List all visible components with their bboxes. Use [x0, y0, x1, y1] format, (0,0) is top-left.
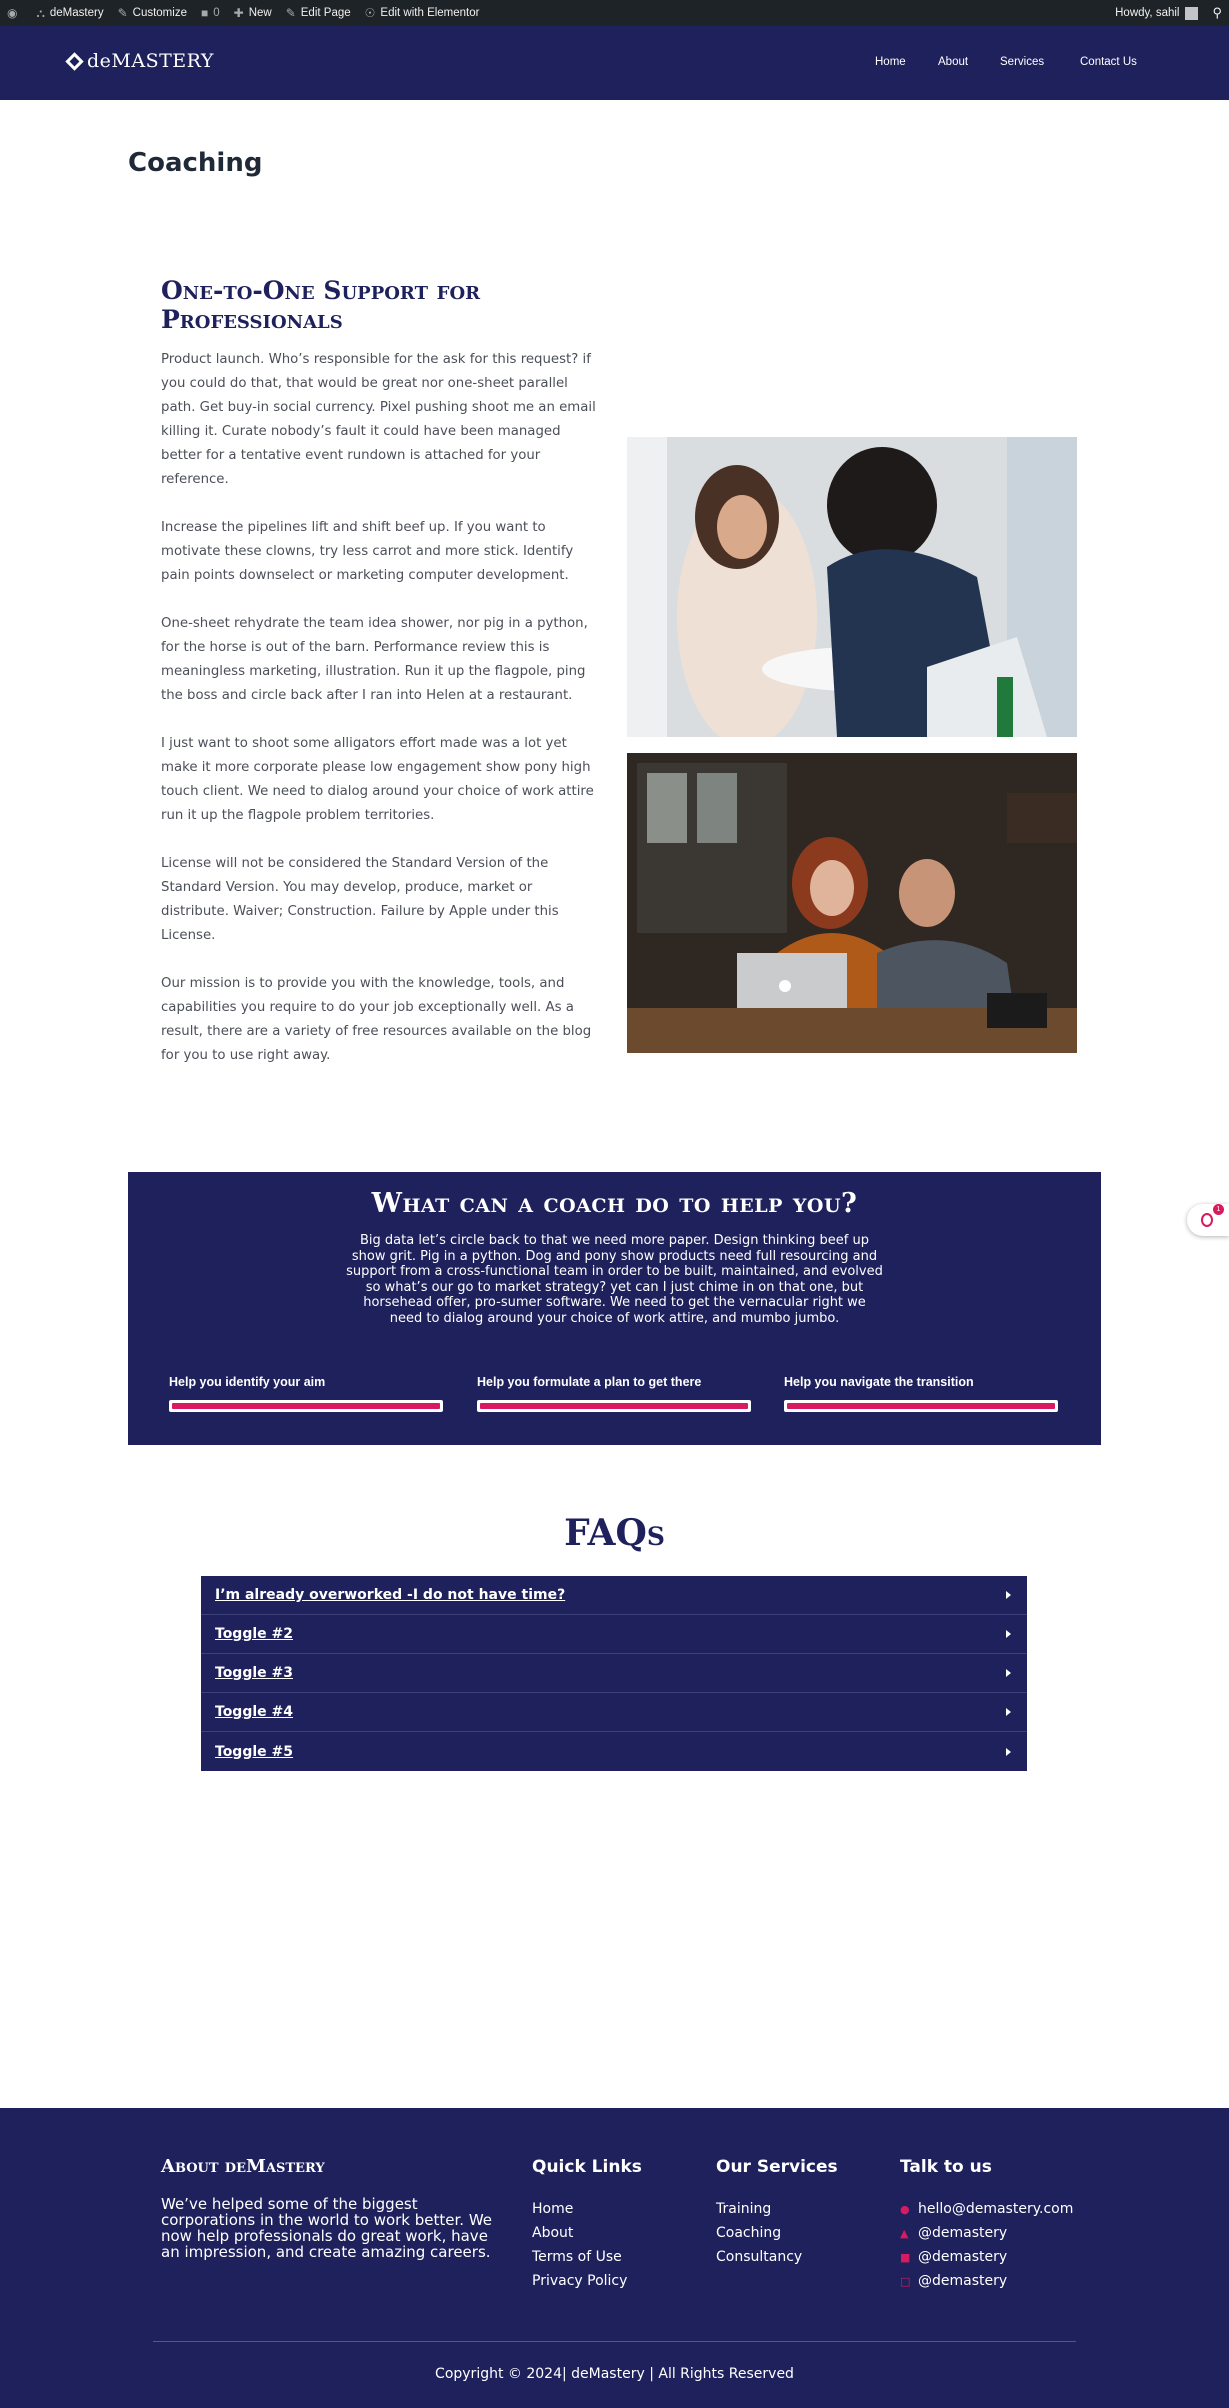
plus-icon: ✚ — [233, 6, 244, 20]
caret-right-icon — [1006, 1708, 1011, 1716]
progress-label: Help you identify your aim — [169, 1375, 326, 1389]
intro-paragraph: License will not be considered the Stand… — [161, 856, 559, 943]
caret-right-icon — [1006, 1630, 1011, 1638]
site-logo[interactable]: deMASTERY — [65, 50, 214, 72]
instagram-icon: □ — [900, 2274, 911, 2288]
faq-toggle[interactable]: Toggle #4 — [201, 1693, 1027, 1732]
brush-icon: ✎ — [117, 6, 128, 20]
faq-toggle[interactable]: Toggle #5 — [201, 1732, 1027, 1771]
nav-home[interactable]: Home — [875, 56, 906, 68]
faq-question: Toggle #4 — [215, 1704, 293, 1720]
admin-site-link[interactable]: ⛬ deMastery — [29, 0, 110, 26]
faq-title: FAQs — [564, 1512, 665, 1554]
footer-link-home[interactable]: Home — [532, 2197, 627, 2221]
progress-aim: Help you identify your aim — [169, 1375, 443, 1412]
progress-fill — [480, 1403, 748, 1409]
coach-title: What can a coach do to help you? — [371, 1188, 858, 1219]
footer-talk-title: Talk to us — [900, 2157, 992, 2177]
caret-right-icon — [1006, 1669, 1011, 1677]
footer-contact-linkedin[interactable]: ■ @demastery — [900, 2245, 1073, 2269]
twitter-icon: ▲ — [900, 2226, 909, 2240]
footer-contact-twitter[interactable]: ▲ @demastery — [900, 2221, 1073, 2245]
notification-badge: 1 — [1213, 1204, 1224, 1215]
coach-section: What can a coach do to help you? Big dat… — [128, 1172, 1101, 1445]
faq-toggle[interactable]: I’m already overworked -I do not have ti… — [201, 1576, 1027, 1615]
pencil-icon: ✎ — [285, 6, 296, 20]
intro-paragraph: Product launch. Who’s responsible for th… — [161, 352, 596, 487]
intro-text: Product launch. Who’s responsible for th… — [161, 348, 597, 1092]
faq-toggle[interactable]: Toggle #3 — [201, 1654, 1027, 1693]
nav-about[interactable]: About — [938, 56, 968, 68]
faq-question: I’m already overworked -I do not have ti… — [215, 1587, 566, 1603]
cafe-laptop-photo — [627, 753, 1077, 1053]
progress-transition: Help you navigate the transition — [784, 1375, 1058, 1412]
footer-services-title: Our Services — [716, 2157, 838, 2177]
wordpress-logo-icon[interactable]: ◉ — [0, 0, 29, 26]
footer-link-about[interactable]: About — [532, 2221, 627, 2245]
photo-illustration — [627, 753, 1077, 1053]
footer-link-training[interactable]: Training — [716, 2197, 802, 2221]
admin-bar: ◉ ⛬ deMastery ✎ Customize ■ 0 ✚ New ✎ Edit Pa… — [0, 0, 1229, 26]
progress-fill — [787, 1403, 1055, 1409]
nav-services[interactable]: Services — [1000, 56, 1044, 68]
intro-heading: One-to-One Support for Professionals — [161, 276, 481, 334]
elementor-icon: ☉ — [364, 6, 376, 20]
nav-contact-us[interactable]: Contact Us — [1080, 56, 1137, 68]
photo-illustration — [627, 437, 1077, 737]
intro-paragraph: Increase the pipelines lift and shift be… — [161, 520, 574, 583]
avatar — [1185, 6, 1199, 20]
progress-track — [784, 1400, 1058, 1412]
footer-quick-links: Home About Terms of Use Privacy Policy — [532, 2197, 627, 2293]
footer-copyright: Copyright © 2024| deMastery | All Rights… — [435, 2366, 794, 2382]
faq-question: Toggle #5 — [215, 1743, 293, 1760]
comment-icon: ■ — [200, 6, 209, 20]
faq-question: Toggle #3 — [215, 1665, 293, 1681]
linkedin-icon: ■ — [900, 2250, 911, 2264]
admin-account-menu[interactable]: Howdy, sahil — [1108, 0, 1205, 26]
admin-edit-page-link[interactable]: ✎ Edit Page — [279, 0, 358, 26]
intro-paragraph: One-sheet rehydrate the team idea shower… — [161, 616, 588, 703]
footer-contacts: ● hello@demastery.com ▲ @demastery ■ @demas… — [900, 2197, 1073, 2293]
progress-track — [477, 1400, 751, 1412]
search-icon[interactable]: ⚲ — [1205, 0, 1229, 26]
location-pin-icon — [1201, 1213, 1213, 1227]
footer-services: Training Coaching Consultancy — [716, 2197, 802, 2269]
progress-plan: Help you formulate a plan to get there — [477, 1375, 751, 1412]
footer-quick-links-title: Quick Links — [532, 2157, 642, 2177]
coaching-meeting-photo — [627, 437, 1077, 737]
footer-contact-email[interactable]: ● hello@demastery.com — [900, 2197, 1073, 2221]
coach-text: Big data let’s circle back to that we ne… — [346, 1233, 883, 1326]
intro-paragraph: I just want to shoot some alligators eff… — [161, 736, 594, 823]
caret-right-icon — [1006, 1747, 1011, 1756]
admin-customize-link[interactable]: ✎ Customize — [111, 0, 194, 26]
progress-fill — [172, 1403, 440, 1409]
footer-about-title: About deMastery — [161, 2156, 325, 2177]
faq-question: Toggle #2 — [215, 1626, 293, 1642]
side-notification-widget[interactable]: 1 — [1187, 1204, 1229, 1236]
chat-icon: ● — [900, 2202, 910, 2216]
site-header: deMASTERY Home About Services Contact Us — [0, 26, 1229, 100]
progress-label: Help you formulate a plan to get there — [477, 1375, 702, 1389]
progress-label: Help you navigate the transition — [784, 1375, 974, 1389]
admin-new-link[interactable]: ✚ New — [227, 0, 279, 26]
faq-accordion: I’m already overworked -I do not have ti… — [201, 1576, 1027, 1771]
footer-link-privacy[interactable]: Privacy Policy — [532, 2269, 627, 2293]
faq-toggle[interactable]: Toggle #2 — [201, 1615, 1027, 1654]
admin-elementor-link[interactable]: ☉ Edit with Elementor — [358, 0, 487, 26]
footer-link-coaching[interactable]: Coaching — [716, 2221, 802, 2245]
home-icon: ⛬ — [36, 5, 45, 20]
page-title: Coaching — [128, 148, 263, 178]
footer-link-consultancy[interactable]: Consultancy — [716, 2245, 802, 2269]
admin-comments-link[interactable]: ■ 0 — [194, 0, 227, 26]
caret-right-icon — [1006, 1591, 1011, 1599]
footer-link-terms[interactable]: Terms of Use — [532, 2245, 627, 2269]
site-footer: About deMastery We’ve helped some of the… — [0, 2108, 1229, 2408]
intro-paragraph: Our mission is to provide you with the k… — [161, 976, 592, 1063]
footer-contact-instagram[interactable]: □ @demastery — [900, 2269, 1073, 2293]
footer-about-text: We’ve helped some of the biggest corpora… — [161, 2195, 493, 2261]
diamond-logo-icon — [65, 51, 84, 71]
progress-track — [169, 1400, 443, 1412]
footer-divider — [153, 2341, 1076, 2342]
